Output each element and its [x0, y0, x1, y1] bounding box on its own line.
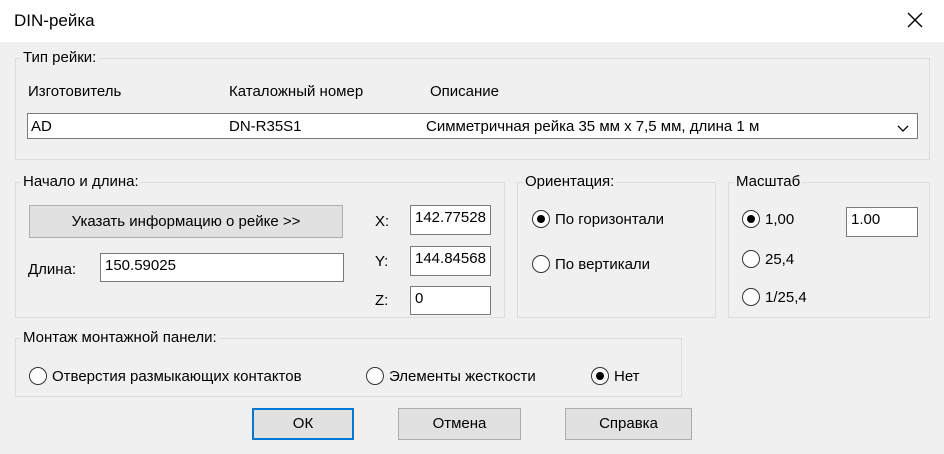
- orientation-horizontal-label[interactable]: По горизонтали: [555, 211, 664, 228]
- x-input[interactable]: 142.77528: [410, 205, 491, 235]
- ok-button[interactable]: ОК: [252, 408, 354, 440]
- combo-manufacturer: AD: [31, 118, 52, 135]
- scale-option-1-label[interactable]: 1,00: [765, 211, 794, 228]
- rail-type-combobox[interactable]: AD DN-R35S1 Симметричная рейка 35 мм x 7…: [27, 113, 918, 139]
- orientation-horizontal-radio[interactable]: [532, 210, 550, 228]
- scale-option-2-label[interactable]: 25,4: [765, 251, 794, 268]
- length-input[interactable]: 150.59025: [100, 253, 344, 282]
- mounting-option-3-radio[interactable]: [591, 367, 609, 385]
- y-input[interactable]: 144.84568: [410, 246, 491, 276]
- rail-type-label: Тип рейки:: [21, 49, 99, 66]
- orientation-group: [517, 182, 716, 318]
- column-description: Описание: [430, 83, 500, 100]
- title-bar: [0, 0, 944, 42]
- length-label: Длина:: [28, 261, 77, 278]
- chevron-down-icon[interactable]: [896, 121, 910, 132]
- mounting-label: Монтаж монтажной панели:: [21, 329, 219, 346]
- orientation-label: Ориентация:: [523, 173, 617, 190]
- combo-description: Симметричная рейка 35 мм x 7,5 мм, длина…: [426, 118, 760, 135]
- y-label: Y:: [375, 253, 389, 270]
- scale-option-3-label[interactable]: 1/25,4: [765, 289, 807, 306]
- combo-catalog: DN-R35S1: [229, 118, 302, 135]
- x-label: X:: [375, 213, 390, 230]
- specify-rail-info-button[interactable]: Указать информацию о рейке >>: [29, 205, 343, 238]
- mounting-option-3-label[interactable]: Нет: [614, 368, 640, 385]
- scale-option-2-radio[interactable]: [742, 250, 760, 268]
- z-label: Z:: [375, 292, 389, 309]
- orientation-vertical-label[interactable]: По вертикали: [555, 256, 650, 273]
- mounting-option-2-label[interactable]: Элементы жесткости: [389, 368, 536, 385]
- mounting-option-2-radio[interactable]: [366, 367, 384, 385]
- scale-option-3-radio[interactable]: [742, 288, 760, 306]
- close-icon[interactable]: [903, 8, 927, 32]
- cancel-button[interactable]: Отмена: [398, 408, 521, 440]
- start-length-label: Начало и длина:: [21, 173, 141, 190]
- mounting-option-1-radio[interactable]: [29, 367, 47, 385]
- column-catalog: Каталожный номер: [229, 83, 364, 100]
- orientation-vertical-radio[interactable]: [532, 255, 550, 273]
- window-title: DIN-рейка: [14, 11, 95, 30]
- scale-label: Масштаб: [734, 173, 803, 190]
- column-manufacturer: Изготовитель: [28, 83, 122, 100]
- mounting-option-1-label[interactable]: Отверстия размыкающих контактов: [52, 368, 302, 385]
- scale-option-1-radio[interactable]: [742, 210, 760, 228]
- help-button[interactable]: Справка: [565, 408, 692, 440]
- scale-value-input[interactable]: 1.00: [846, 207, 918, 237]
- rail-type-group: [15, 58, 930, 160]
- z-input[interactable]: 0: [410, 286, 491, 315]
